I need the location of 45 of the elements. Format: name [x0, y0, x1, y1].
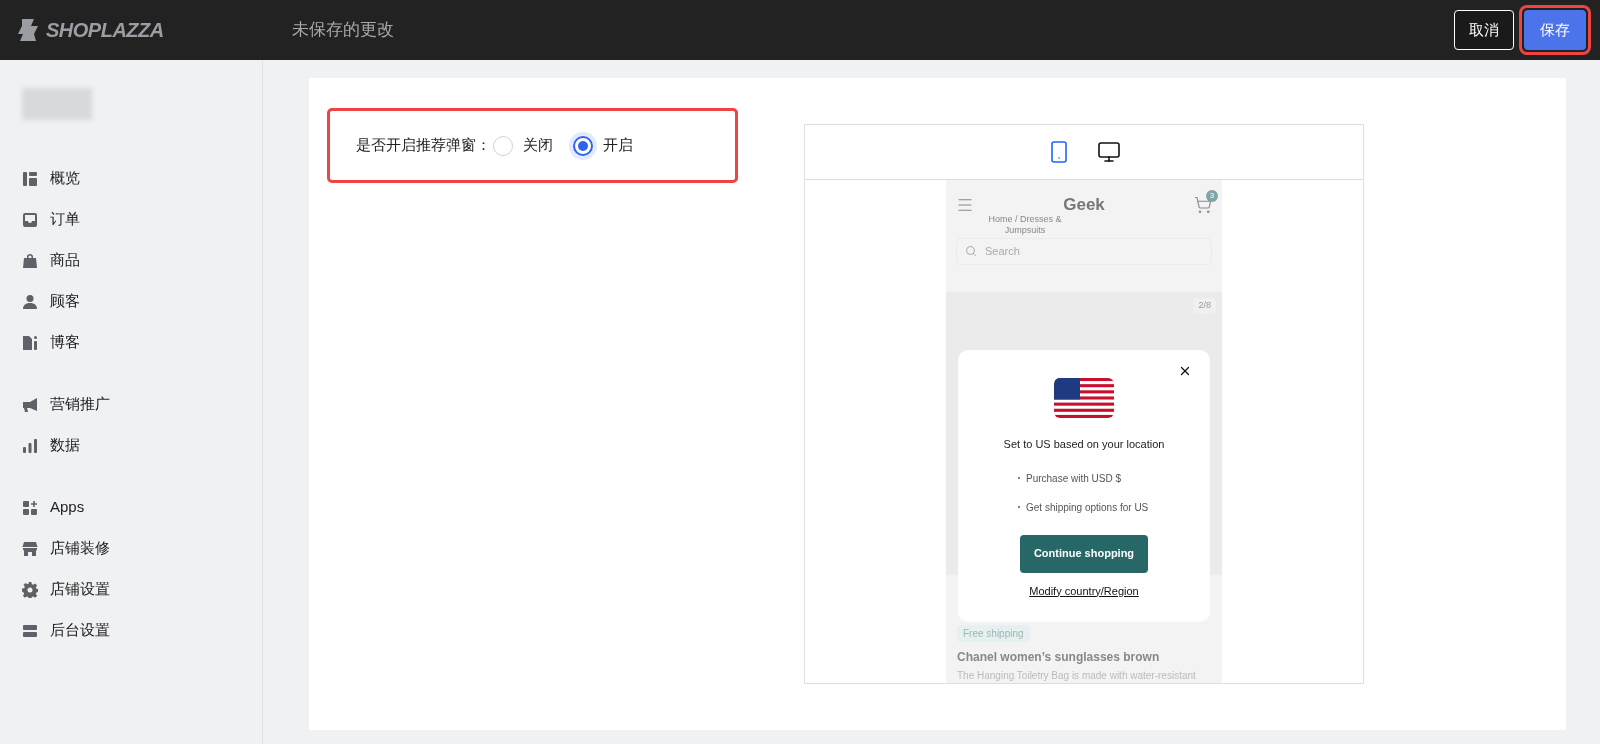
cart-count: 3	[1206, 189, 1218, 202]
dashboard-icon	[22, 170, 38, 187]
apps-icon	[22, 499, 38, 516]
sidebar-item[interactable]: 订单	[22, 199, 262, 240]
close-icon[interactable]	[1178, 364, 1192, 378]
popup-message: Set to US based on your location	[1003, 437, 1165, 452]
cancel-button[interactable]: 取消	[1454, 10, 1514, 50]
store-name: Geek	[1063, 194, 1105, 216]
radio-option[interactable]: 关闭	[493, 134, 553, 157]
sidebar-item[interactable]: 概览	[22, 158, 262, 199]
server-icon	[22, 622, 38, 639]
gear-icon	[22, 581, 38, 598]
sidebar-item[interactable]: Apps	[22, 487, 262, 528]
storefront-icon	[22, 540, 38, 557]
inbox-icon	[22, 211, 38, 228]
setting-label: 是否开启推荐弹窗：	[356, 135, 491, 156]
person-icon	[22, 293, 38, 310]
document-icon	[22, 334, 38, 351]
slide-counter: 2/8	[1193, 298, 1216, 314]
breadcrumb: Home / Dresses & Jumpsuits	[987, 213, 1063, 236]
sidebar-item[interactable]: 店铺装修	[22, 528, 262, 569]
sidebar-item[interactable]: 商品	[22, 240, 262, 281]
sidebar-item[interactable]: 营销推广	[22, 384, 262, 425]
shopping-bag-icon	[22, 252, 38, 269]
sidebar-item[interactable]: 数据	[22, 425, 262, 466]
logo-text: SHOPLAZZA	[46, 18, 164, 43]
sidebar-item[interactable]: 后台设置	[22, 610, 262, 651]
megaphone-icon	[22, 396, 38, 413]
sidebar-item[interactable]: 顾客	[22, 281, 262, 322]
logo-icon	[18, 19, 38, 41]
continue-shopping-button[interactable]: Continue shopping	[1019, 534, 1149, 573]
sidebar-item[interactable]: 店铺设置	[22, 569, 262, 610]
search-icon	[965, 245, 977, 257]
radio-option[interactable]: 开启	[573, 134, 633, 157]
page-title: 未保存的更改	[292, 19, 394, 42]
bullet-text: Get shipping options for US	[1026, 500, 1149, 515]
bullet-text: Purchase with USD $	[1026, 471, 1122, 486]
modify-region-link[interactable]: Modify country/Region	[1029, 582, 1139, 599]
cart-icon[interactable]	[1194, 195, 1212, 214]
save-button[interactable]: 保存	[1524, 10, 1586, 50]
flag-icon	[1054, 378, 1114, 418]
product-tag: Free shipping	[957, 625, 1030, 642]
bar-chart-icon	[22, 437, 38, 454]
product-title: Chanel women’s sunglasses brown	[957, 649, 1160, 666]
sidebar-item[interactable]: 博客	[22, 322, 262, 363]
